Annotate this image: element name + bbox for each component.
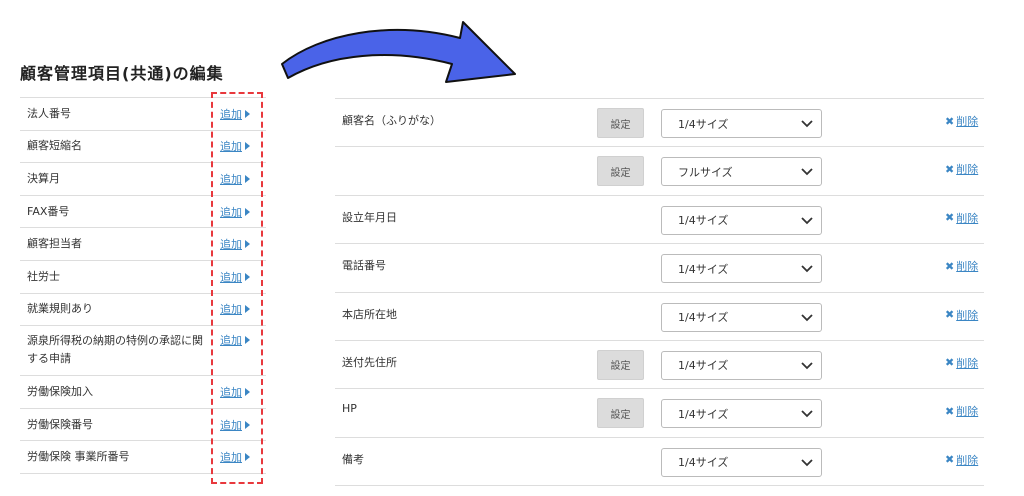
size-select[interactable]: 1/4サイズ <box>661 350 822 380</box>
chevron-down-icon <box>801 265 813 273</box>
page-title: 顧客管理項目(共通)の編集 <box>20 64 224 83</box>
delete-link-label: 削除 <box>956 405 979 419</box>
delete-link-label: 削除 <box>956 260 979 274</box>
settings-button[interactable]: 設定 <box>597 398 644 429</box>
list-item-label: 決算月 <box>27 171 60 185</box>
delete-link-label: 削除 <box>956 453 979 467</box>
list-item-label: 就業規則あり <box>27 302 93 316</box>
list-item-label: 源泉所得税の納期の特例の承認に関する申請 <box>27 334 203 366</box>
chevron-down-icon <box>801 168 813 176</box>
x-icon: ✖ <box>945 259 955 273</box>
size-select-value: 1/4サイズ <box>678 214 729 228</box>
delete-link[interactable]: ✖ 削除 <box>945 210 978 226</box>
size-select-value: 1/4サイズ <box>678 456 729 470</box>
field-row: 電話番号 1/4サイズ ✖ 削除 <box>335 244 984 293</box>
size-select-value: 1/4サイズ <box>678 262 729 276</box>
size-select[interactable]: 1/4サイズ <box>661 109 822 138</box>
size-select[interactable]: 1/4サイズ <box>661 399 822 429</box>
delete-link[interactable]: ✖ 削除 <box>945 113 978 129</box>
list-item-label: 社労士 <box>27 269 60 283</box>
size-select-value: フルサイズ <box>678 165 733 179</box>
selected-items-list: 顧客名（ふりがな） 設定 1/4サイズ ✖ 削除 設定 フルサイズ ✖ 削除 設立年月日 1/4サイ… <box>335 98 984 487</box>
size-select[interactable]: 1/4サイズ <box>661 205 822 235</box>
size-select[interactable]: 1/4サイズ <box>661 302 822 332</box>
field-row: 備考 1/4サイズ ✖ 削除 <box>335 438 984 487</box>
add-links-highlight <box>211 92 263 484</box>
delete-link-label: 削除 <box>956 163 979 177</box>
size-select-value: 1/4サイズ <box>678 407 729 421</box>
delete-link[interactable]: ✖ 削除 <box>945 452 978 468</box>
list-item-label: 顧客短縮名 <box>27 139 82 153</box>
size-select[interactable]: 1/4サイズ <box>661 254 822 284</box>
field-label: 送付先住所 <box>342 355 397 369</box>
size-select-value: 1/4サイズ <box>678 117 729 131</box>
x-icon: ✖ <box>945 114 955 128</box>
chevron-down-icon <box>801 410 813 418</box>
x-icon: ✖ <box>945 162 955 176</box>
delete-link-label: 削除 <box>956 115 979 128</box>
field-label: 顧客名（ふりがな） <box>342 114 441 127</box>
delete-link[interactable]: ✖ 削除 <box>945 161 978 177</box>
chevron-down-icon <box>801 217 813 225</box>
list-item-label: 労働保険加入 <box>27 384 93 398</box>
x-icon: ✖ <box>945 356 955 370</box>
x-icon: ✖ <box>945 308 955 322</box>
chevron-down-icon <box>801 459 813 467</box>
x-icon: ✖ <box>945 211 955 225</box>
settings-button[interactable]: 設定 <box>597 349 644 380</box>
field-label: HP <box>342 402 357 416</box>
field-row: 設立年月日 1/4サイズ ✖ 削除 <box>335 196 984 245</box>
settings-button[interactable]: 設定 <box>597 108 644 138</box>
chevron-down-icon <box>801 313 813 321</box>
delete-link-label: 削除 <box>956 308 979 322</box>
field-row: HP 設定 1/4サイズ ✖ 削除 <box>335 389 984 438</box>
field-row: 設定 フルサイズ ✖ 削除 <box>335 147 984 196</box>
field-label: 本店所在地 <box>342 307 397 321</box>
delete-link[interactable]: ✖ 削除 <box>945 307 978 323</box>
chevron-down-icon <box>801 120 813 128</box>
size-select-value: 1/4サイズ <box>678 359 729 373</box>
list-item-label: FAX番号 <box>27 204 70 218</box>
list-item-label: 労働保険 事業所番号 <box>27 450 130 464</box>
delete-link[interactable]: ✖ 削除 <box>945 355 978 371</box>
size-select-value: 1/4サイズ <box>678 311 729 325</box>
field-label: 電話番号 <box>342 259 386 273</box>
field-row: 送付先住所 設定 1/4サイズ ✖ 削除 <box>335 341 984 390</box>
field-label: 設立年月日 <box>342 210 397 224</box>
size-select[interactable]: フルサイズ <box>661 157 822 187</box>
curved-arrow-icon <box>281 21 516 83</box>
x-icon: ✖ <box>945 453 955 467</box>
settings-button[interactable]: 設定 <box>597 156 644 187</box>
list-item-label: 顧客担当者 <box>27 237 82 251</box>
x-icon: ✖ <box>945 404 955 418</box>
field-row: 本店所在地 1/4サイズ ✖ 削除 <box>335 293 984 341</box>
delete-link-label: 削除 <box>956 211 979 225</box>
list-item-label: 労働保険番号 <box>27 417 93 431</box>
chevron-down-icon <box>801 362 813 370</box>
size-select[interactable]: 1/4サイズ <box>661 447 822 477</box>
delete-link[interactable]: ✖ 削除 <box>945 403 978 419</box>
field-label: 備考 <box>342 452 364 466</box>
delete-link-label: 削除 <box>956 356 979 370</box>
delete-link[interactable]: ✖ 削除 <box>945 258 978 274</box>
list-item-label: 法人番号 <box>27 106 71 120</box>
field-row: 顧客名（ふりがな） 設定 1/4サイズ ✖ 削除 <box>335 99 984 148</box>
